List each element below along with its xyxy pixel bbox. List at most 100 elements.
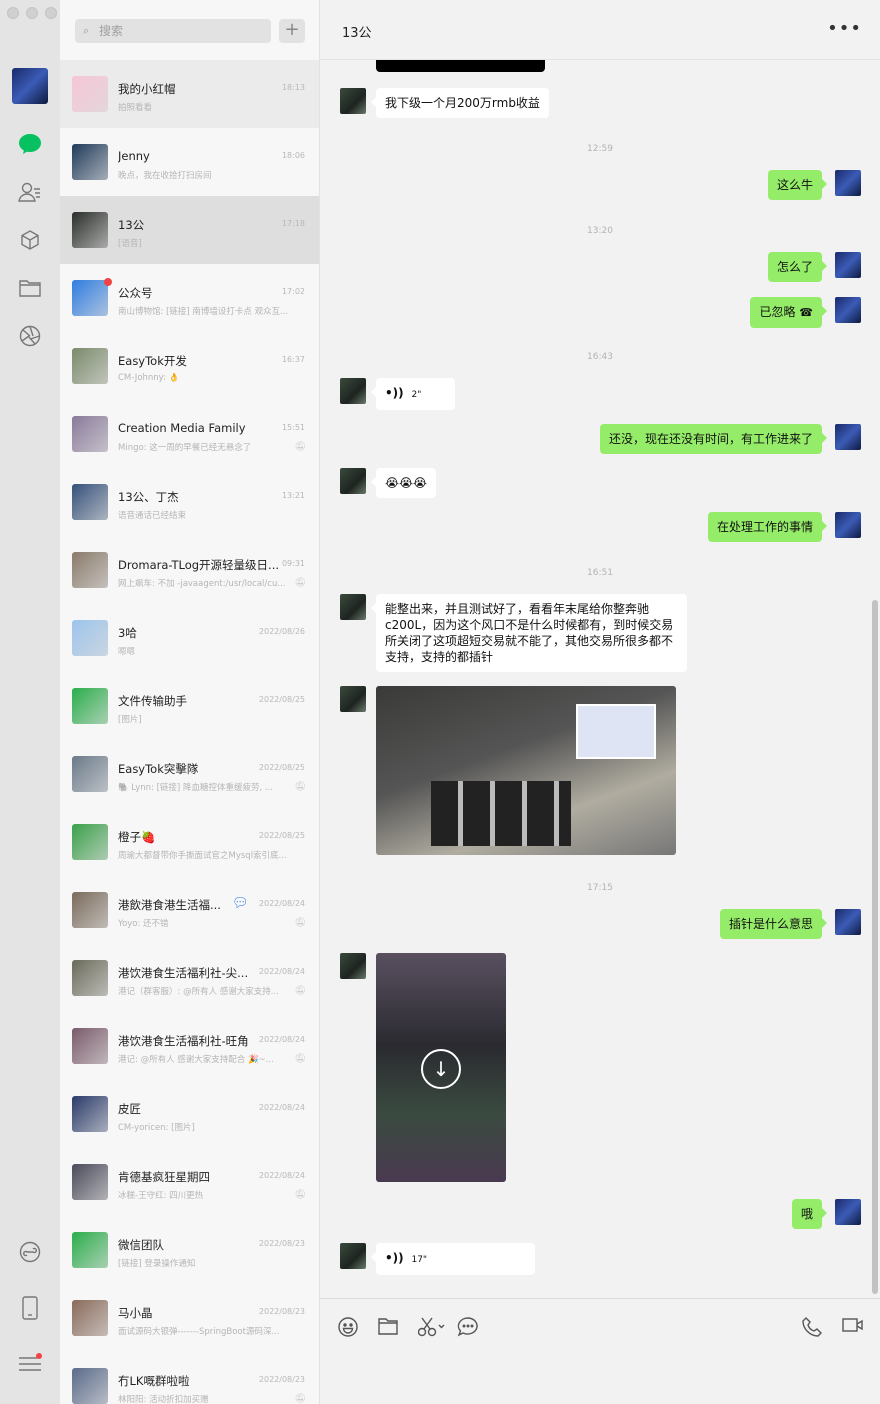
chat-bubble-icon: 💬︎ [232, 896, 249, 911]
contact-avatar[interactable] [340, 953, 366, 979]
chat-time: 2022/08/24 [258, 967, 305, 976]
call-declined-bubble[interactable]: 已忽略 ☎︎ [750, 297, 827, 328]
chat-list-item[interactable]: 13公 17:18 [语音] [60, 196, 319, 264]
avatar [72, 416, 108, 452]
contact-avatar[interactable] [340, 468, 366, 494]
avatar [72, 756, 108, 792]
minimize-window-button[interactable] [26, 7, 38, 19]
my-avatar[interactable] [835, 424, 861, 450]
navigation-sidebar [0, 0, 60, 1404]
chat-list-item[interactable]: 冇LK嘅群啦啦 2022/08/23 林阳阳: 活动折扣加买赠 🔕︎ [60, 1352, 319, 1404]
search-input[interactable]: ⌕ 搜索 [75, 19, 271, 43]
more-options-button[interactable]: ••• [827, 18, 862, 39]
chat-list-item[interactable]: 文件传输助手 2022/08/25 [图片] [60, 672, 319, 740]
chat-list-item[interactable]: 皮匠 2022/08/24 CM-yoricen: [图片] [60, 1080, 319, 1148]
voice-message-bubble[interactable]: •)) 17" [371, 1243, 535, 1275]
message-bubble[interactable]: 还没，现在还没有时间，有工作进来了 [599, 424, 828, 454]
voice-call-icon[interactable] [802, 1317, 822, 1342]
message-bubble[interactable]: 哦 [791, 1199, 828, 1229]
my-avatar[interactable] [835, 252, 861, 278]
message-bubble[interactable]: 这么牛 [767, 170, 828, 200]
message-bubble[interactable]: 插针是什么意思 [719, 909, 828, 939]
chat-list-item[interactable]: 港饮港食生活福利社-尖... 2022/08/24 港记（群客服）: @所有人 … [60, 944, 319, 1012]
user-avatar[interactable] [12, 68, 48, 104]
chat-list-item[interactable]: 3哈 2022/08/26 嗯嗯 [60, 604, 319, 672]
phone-icon[interactable] [17, 1295, 43, 1321]
add-chat-button[interactable]: + [279, 19, 305, 43]
chat-list-item[interactable]: EasyTok突擊隊 2022/08/25 🐘 Lynn: [链接] 降血糖控体… [60, 740, 319, 808]
chat-preview: 冰糕-王守红: 四川更热 [118, 1191, 204, 1201]
my-avatar[interactable] [835, 512, 861, 538]
download-icon[interactable]: ↓ [421, 1049, 461, 1089]
contact-avatar[interactable] [340, 88, 366, 114]
my-avatar[interactable] [835, 170, 861, 196]
chat-time: 15:51 [281, 423, 305, 432]
chat-list-item[interactable]: Jenny 18:06 晚点，我在收拾打扫房间 [60, 128, 319, 196]
zoom-window-button[interactable] [45, 7, 57, 19]
chat-time: 17:18 [281, 219, 305, 228]
chat-name: Dromara-TLog开源轻量级日... [118, 558, 278, 572]
message-bubble[interactable]: 我下级一个月200万rmb收益 [371, 88, 549, 118]
mute-bell-icon: 🔕︎ [294, 442, 306, 452]
menu-icon[interactable] [17, 1351, 43, 1377]
message-bubble[interactable]: 在处理工作的事情 [707, 512, 828, 542]
chat-name: 13公 [118, 218, 145, 232]
contact-avatar[interactable] [340, 686, 366, 712]
chat-preview: 港记（群客服）: @所有人 感谢大家支持... [118, 987, 279, 997]
chat-preview: 面试源码大银弹-------SpringBoot源码深... [118, 1327, 280, 1337]
avatar [72, 280, 108, 316]
my-avatar[interactable] [835, 297, 861, 323]
moments-icon[interactable] [17, 323, 43, 349]
contact-avatar[interactable] [340, 378, 366, 404]
files-icon[interactable] [17, 275, 43, 301]
chat-list-item[interactable]: Creation Media Family 15:51 Mingo: 这一周的早… [60, 400, 319, 468]
mini-programs-icon[interactable] [17, 1239, 43, 1265]
chat-time: 2022/08/24 [258, 899, 305, 908]
chat-panel: 13公 ••• 我下级一个月200万rmb收益 12:59 这么牛 13:20 怎么了已… [320, 0, 880, 1404]
chat-preview: CM-Johnny: 👌 [118, 373, 180, 383]
my-avatar[interactable] [835, 1199, 861, 1225]
avatar [72, 620, 108, 656]
chat-time: 2022/08/26 [258, 627, 305, 636]
contact-avatar[interactable] [340, 594, 366, 620]
chat-time: 2022/08/24 [258, 1035, 305, 1044]
video-message[interactable]: ↓ [376, 953, 506, 1182]
chat-list-item[interactable]: 公众号 17:02 南山博物馆: [链接] 南博墙设打卡点 观众互... [60, 264, 319, 332]
folder-icon[interactable] [378, 1317, 398, 1340]
message-bubble[interactable]: 怎么了 [767, 252, 828, 282]
chat-name: Creation Media Family [118, 421, 246, 435]
voice-wave-icon: •)) [385, 1251, 404, 1265]
chat-list-item[interactable]: Dromara-TLog开源轻量级日... 09:31 网上飙车: 不加 -ja… [60, 536, 319, 604]
screenshot-scissors-icon[interactable] [417, 1317, 446, 1342]
avatar [72, 1096, 108, 1132]
chat-list-item[interactable]: 马小晶 2022/08/23 面试源码大银弹-------SpringBoot源… [60, 1284, 319, 1352]
close-window-button[interactable] [7, 7, 19, 19]
chats-icon[interactable] [17, 131, 43, 157]
video-call-icon[interactable] [842, 1317, 864, 1338]
contact-avatar[interactable] [340, 1243, 366, 1269]
chat-time: 2022/08/25 [258, 695, 305, 704]
chat-time: 2022/08/23 [258, 1375, 305, 1384]
favorites-icon[interactable] [17, 227, 43, 253]
chat-list-item[interactable]: 我的小红帽 18:13 拍照看看 [60, 60, 319, 128]
contacts-icon[interactable] [17, 179, 43, 205]
message-bubble[interactable]: 能整出来，并且测试好了，看看年末尾给你整奔驰c200L，因为这个风口不是什么时候… [371, 594, 687, 672]
chat-list-item[interactable]: EasyTok开发 16:37 CM-Johnny: 👌 [60, 332, 319, 400]
my-avatar[interactable] [835, 909, 861, 935]
avatar [72, 212, 108, 248]
image-message-partial[interactable] [376, 60, 545, 72]
voice-message-bubble[interactable]: •)) 2" [371, 378, 455, 410]
chat-preview: 拍照看看 [118, 103, 153, 113]
image-message[interactable] [376, 686, 676, 855]
chat-name: 港飲港食港生活福... [118, 898, 221, 912]
chat-list-item[interactable]: 微信团队 2022/08/23 [链接] 登录操作通知 [60, 1216, 319, 1284]
chat-list-item[interactable]: 港飲港食港生活福... 2022/08/24 Yoyo: 还不错 🔕︎ 💬︎ [60, 876, 319, 944]
message-bubble[interactable]: 😭😭😭 [370, 468, 437, 498]
chat-list-item[interactable]: 橙子🍓 2022/08/25 周瑜大都督带你手撕面试官之Mysql索引底... [60, 808, 319, 876]
chat-history-icon[interactable] [457, 1317, 479, 1342]
scrollbar[interactable] [872, 600, 878, 1294]
chat-list-item[interactable]: 13公、丁杰 13:21 语音通话已经结束 [60, 468, 319, 536]
emoji-icon[interactable] [338, 1317, 358, 1342]
chat-list-item[interactable]: 港饮港食生活福利社-旺角 2022/08/24 港记: @所有人 感谢大家支持配… [60, 1012, 319, 1080]
chat-list-item[interactable]: 肯德基疯狂星期四 2022/08/24 冰糕-王守红: 四川更热 🔕︎ [60, 1148, 319, 1216]
